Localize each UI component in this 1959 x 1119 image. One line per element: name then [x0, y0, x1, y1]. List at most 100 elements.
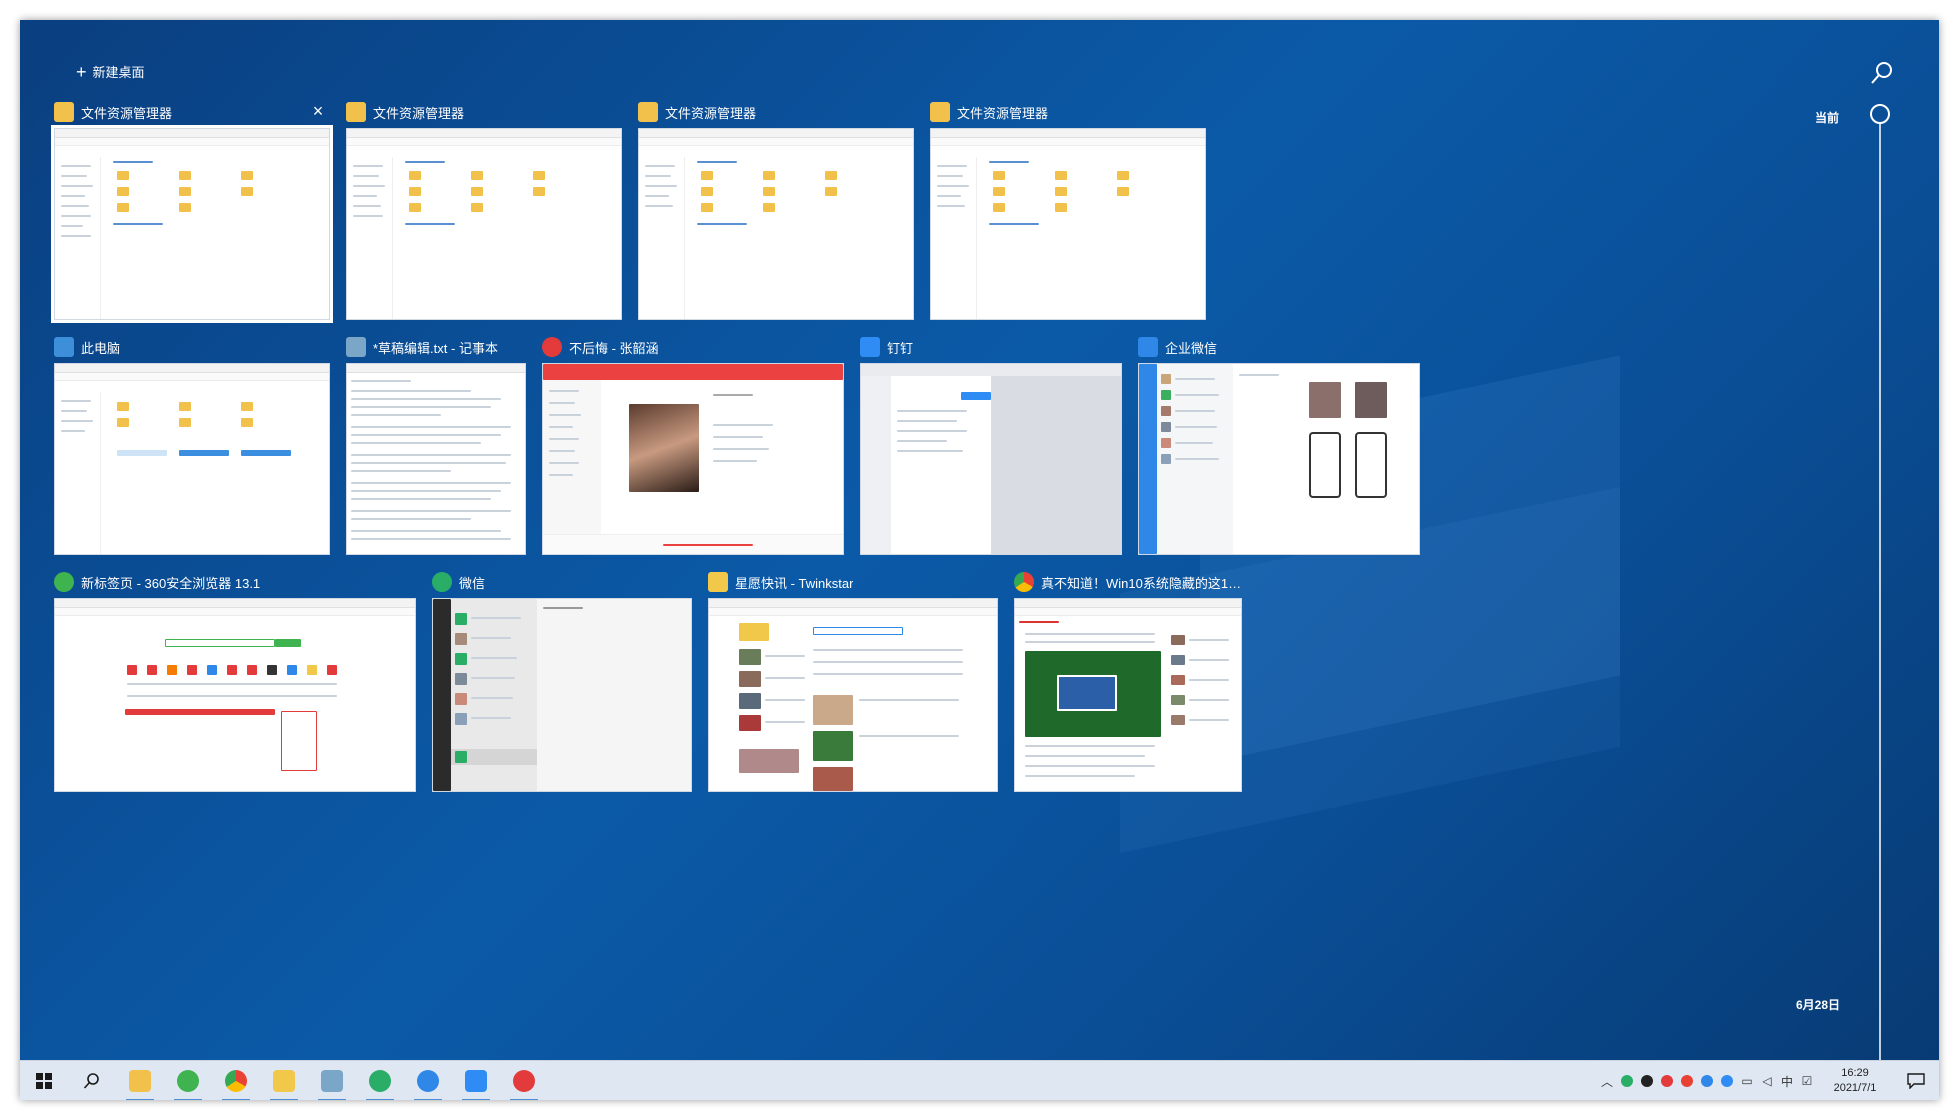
timeline-handle[interactable]: [1870, 104, 1890, 124]
window-thumbnail: [1014, 598, 1242, 792]
taskbar-app-dingtalk[interactable]: [452, 1061, 500, 1100]
netease-music-icon: [513, 1069, 535, 1092]
window-card-wecom[interactable]: 企业微信: [1138, 335, 1420, 555]
notepad-icon: [321, 1069, 343, 1092]
window-title: 不后悔 - 张韶涵: [569, 340, 659, 356]
timeline-date-label[interactable]: 6月28日: [1796, 996, 1840, 1013]
window-card-explorer-3[interactable]: 文件资源管理器: [638, 100, 914, 320]
window-title: 文件资源管理器: [665, 105, 757, 121]
window-thumbnail: [432, 598, 692, 792]
window-thumbnail: [860, 363, 1122, 555]
taskbar-app-notepad[interactable]: [308, 1061, 356, 1100]
wecom-icon: [417, 1069, 439, 1092]
taskbar-app-360-browser[interactable]: [164, 1061, 212, 1100]
plus-icon: +: [76, 61, 87, 82]
twinkstar-icon: [273, 1069, 295, 1092]
system-tray: ︿ ▭ ◁ 中 ☑ 16:29 2021/7/1: [1597, 1061, 1939, 1100]
taskbar-search-button[interactable]: [68, 1061, 116, 1101]
window-thumbnail: [54, 363, 330, 555]
taskbar-app-netease-music[interactable]: [500, 1061, 548, 1100]
show-hidden-icons-chevron-up-icon[interactable]: ︿: [1597, 1061, 1617, 1100]
wechat-icon: [369, 1069, 391, 1092]
window-title: 微信: [459, 575, 486, 591]
notification-center-button[interactable]: [1893, 1061, 1939, 1100]
360-browser-icon: [54, 572, 74, 592]
window-title: 新标签页 - 360安全浏览器 13.1: [81, 575, 261, 591]
network-icon[interactable]: ▭: [1737, 1061, 1757, 1100]
window-thumbnail: [346, 363, 526, 555]
window-card-this-pc[interactable]: 此电脑: [54, 335, 330, 555]
qq-tray-icon[interactable]: [1637, 1061, 1657, 1100]
volume-icon[interactable]: ◁: [1757, 1061, 1777, 1100]
window-thumbnail: [930, 128, 1206, 320]
new-desktop-label: 新建桌面: [92, 65, 145, 80]
window-title: 钉钉: [887, 340, 914, 356]
360-browser-icon: [177, 1069, 199, 1092]
taskbar-app-wecom[interactable]: [404, 1061, 452, 1100]
action-check-icon[interactable]: ☑: [1797, 1061, 1817, 1100]
task-view: + 新建桌面 当前 6月28日 文件资源管理器 × 文件资源管理器 文件资源管理…: [20, 20, 1939, 1100]
folder-icon: [638, 102, 658, 122]
window-title: 真不知道！Win10系统隐藏的这10个操...: [1041, 575, 1242, 591]
window-thumbnail: [638, 128, 914, 320]
notification-icon: [1907, 1073, 1925, 1089]
netease-music-tray-icon[interactable]: [1657, 1061, 1677, 1100]
chrome-icon: [225, 1069, 247, 1092]
wechat-icon: [432, 572, 452, 592]
search-icon: [83, 1072, 99, 1089]
start-button[interactable]: [20, 1061, 68, 1101]
new-desktop-button[interactable]: + 新建桌面: [76, 62, 145, 81]
notepad-icon: [346, 337, 366, 357]
window-card-dingtalk[interactable]: 钉钉: [860, 335, 1122, 555]
taskbar: ︿ ▭ ◁ 中 ☑ 16:29 2021/7/1: [20, 1060, 1939, 1100]
window-card-chrome[interactable]: 真不知道！Win10系统隐藏的这10个操...: [1014, 570, 1242, 792]
windows-logo-icon: [36, 1072, 52, 1089]
window-thumbnail: [542, 363, 844, 555]
window-card-explorer-1[interactable]: 文件资源管理器 ×: [51, 100, 333, 323]
clock-date: 2021/7/1: [1833, 1082, 1877, 1094]
close-icon[interactable]: ×: [308, 100, 328, 122]
clock-time: 16:29: [1841, 1067, 1869, 1079]
folder-icon: [930, 102, 950, 122]
folder-icon: [54, 102, 74, 122]
netease-music-icon: [542, 337, 562, 357]
taskbar-app-chrome[interactable]: [212, 1061, 260, 1100]
timeline-track[interactable]: [1879, 108, 1881, 1078]
window-card-explorer-2[interactable]: 文件资源管理器: [346, 100, 622, 320]
window-card-360-browser[interactable]: 新标签页 - 360安全浏览器 13.1: [54, 570, 416, 792]
window-thumbnail: [54, 598, 416, 792]
window-title: *草稿编辑.txt - 记事本: [373, 340, 498, 356]
computer-icon: [54, 337, 74, 357]
window-card-explorer-4[interactable]: 文件资源管理器: [930, 100, 1206, 320]
folder-icon: [129, 1069, 151, 1092]
window-title: 企业微信: [1165, 340, 1218, 356]
window-card-twinkstar[interactable]: 星愿快讯 - Twinkstar: [708, 570, 998, 792]
timeline-current-label: 当前: [1814, 111, 1839, 125]
dingtalk-icon: [860, 337, 880, 357]
taskbar-app-file-explorer[interactable]: [116, 1061, 164, 1100]
dingtalk-tray-icon[interactable]: [1717, 1061, 1737, 1100]
wecom-tray-icon[interactable]: [1697, 1061, 1717, 1100]
clock[interactable]: 16:29 2021/7/1: [1817, 1066, 1893, 1096]
window-card-notepad[interactable]: *草稿编辑.txt - 记事本: [346, 335, 526, 555]
wechat-tray-icon[interactable]: [1617, 1061, 1637, 1100]
window-thumbnail: [346, 128, 622, 320]
chrome-icon: [1014, 572, 1034, 592]
folder-icon: [346, 102, 366, 122]
window-title: 文件资源管理器: [373, 105, 465, 121]
wecom-icon: [1138, 337, 1158, 357]
window-title: 文件资源管理器: [957, 105, 1049, 121]
input-method-icon[interactable]: 中: [1777, 1061, 1797, 1100]
window-card-netease-music[interactable]: 不后悔 - 张韶涵: [542, 335, 844, 555]
dingtalk-icon: [465, 1069, 487, 1092]
taskbar-app-wechat[interactable]: [356, 1061, 404, 1100]
window-thumbnail: [51, 125, 333, 323]
window-title: 文件资源管理器: [81, 105, 173, 121]
window-thumbnail: [1138, 363, 1420, 555]
taskbar-app-twinkstar[interactable]: [260, 1061, 308, 1100]
search-icon[interactable]: [1869, 60, 1895, 86]
window-title: 星愿快讯 - Twinkstar: [735, 575, 854, 591]
browser-tray-icon[interactable]: [1677, 1061, 1697, 1100]
window-thumbnail: [708, 598, 998, 792]
window-card-wechat[interactable]: 微信: [432, 570, 692, 792]
